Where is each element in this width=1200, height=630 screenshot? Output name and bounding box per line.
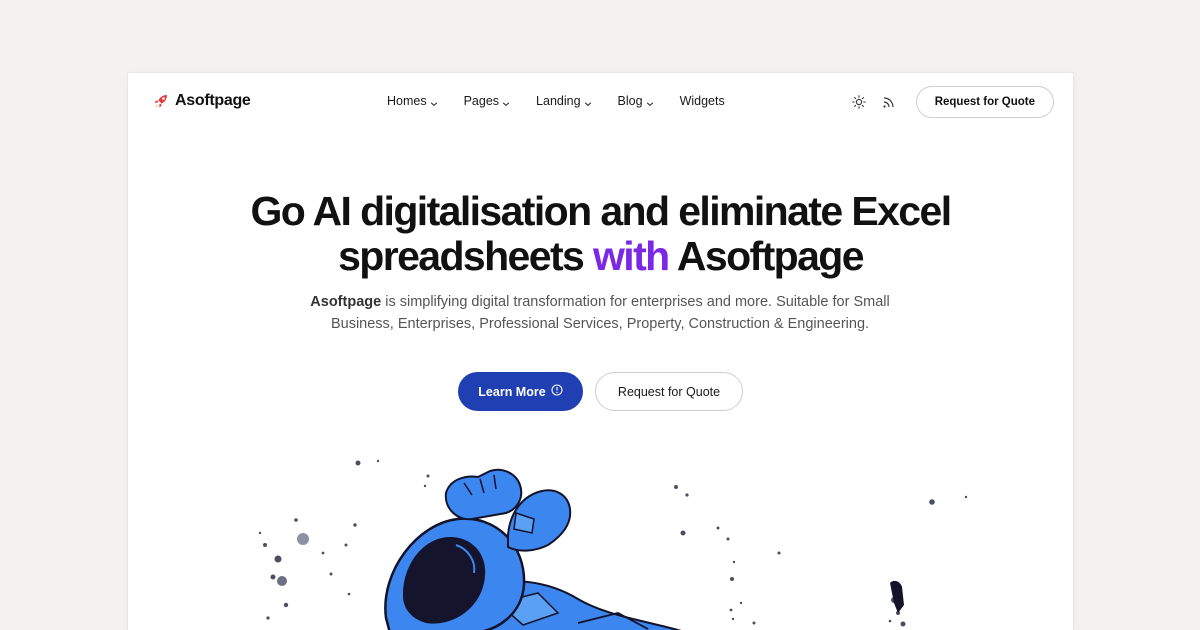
hero-cta-group: Learn More Request for Quote	[128, 372, 1073, 411]
nav-item-blog[interactable]: Blog	[618, 94, 654, 108]
nav-item-homes[interactable]: Homes	[387, 94, 438, 108]
info-circle-icon	[551, 384, 563, 399]
nav-item-widgets[interactable]: Widgets	[680, 94, 725, 108]
main-nav: Homes Pages Landing Blog Widgets	[387, 94, 751, 108]
brand-name: Asoftpage	[175, 92, 251, 109]
header-request-quote-button[interactable]: Request for Quote	[915, 86, 1054, 118]
rocket-icon	[153, 93, 169, 109]
hero-description-brand: Asoftpage	[310, 294, 382, 310]
nav-item-label: Landing	[536, 94, 581, 108]
hero-title-line2-pre: spreadsheets	[338, 233, 594, 279]
nav-item-label: Pages	[463, 94, 500, 108]
hero-title-accent: with	[593, 233, 670, 279]
header-actions: Request for Quote	[850, 86, 1054, 118]
nav-item-label: Homes	[387, 94, 427, 108]
hero-title: Go AI digitalisation and eliminate Excel…	[128, 189, 1073, 279]
nav-item-label: Blog	[617, 94, 643, 108]
page-card: Asoftpage Homes Pages Landing Blog Widge…	[128, 73, 1073, 630]
learn-more-button[interactable]: Learn More	[458, 372, 583, 411]
hero-title-line2-post: Asoftpage	[668, 233, 865, 279]
rss-icon[interactable]	[880, 93, 898, 111]
astronaut-illustration	[128, 453, 1073, 630]
hero-description-text: is simplifying digital transformation fo…	[330, 294, 890, 332]
nav-item-label: Widgets	[679, 94, 725, 108]
sun-icon[interactable]	[850, 93, 868, 111]
chevron-down-icon	[584, 97, 592, 107]
nav-item-pages[interactable]: Pages	[464, 94, 510, 108]
chevron-down-icon	[430, 97, 438, 107]
request-quote-button[interactable]: Request for Quote	[595, 372, 743, 411]
brand-logo[interactable]: Asoftpage	[153, 92, 251, 110]
learn-more-label: Learn More	[478, 384, 546, 399]
nav-item-landing[interactable]: Landing	[536, 94, 592, 108]
hero-description: Asoftpage is simplifying digital transfo…	[300, 292, 900, 335]
hero-title-line1: Go AI digitalisation and eliminate Excel	[250, 188, 953, 234]
chevron-down-icon	[502, 97, 510, 107]
chevron-down-icon	[646, 97, 654, 107]
site-header: Asoftpage Homes Pages Landing Blog Widge…	[128, 73, 1073, 131]
